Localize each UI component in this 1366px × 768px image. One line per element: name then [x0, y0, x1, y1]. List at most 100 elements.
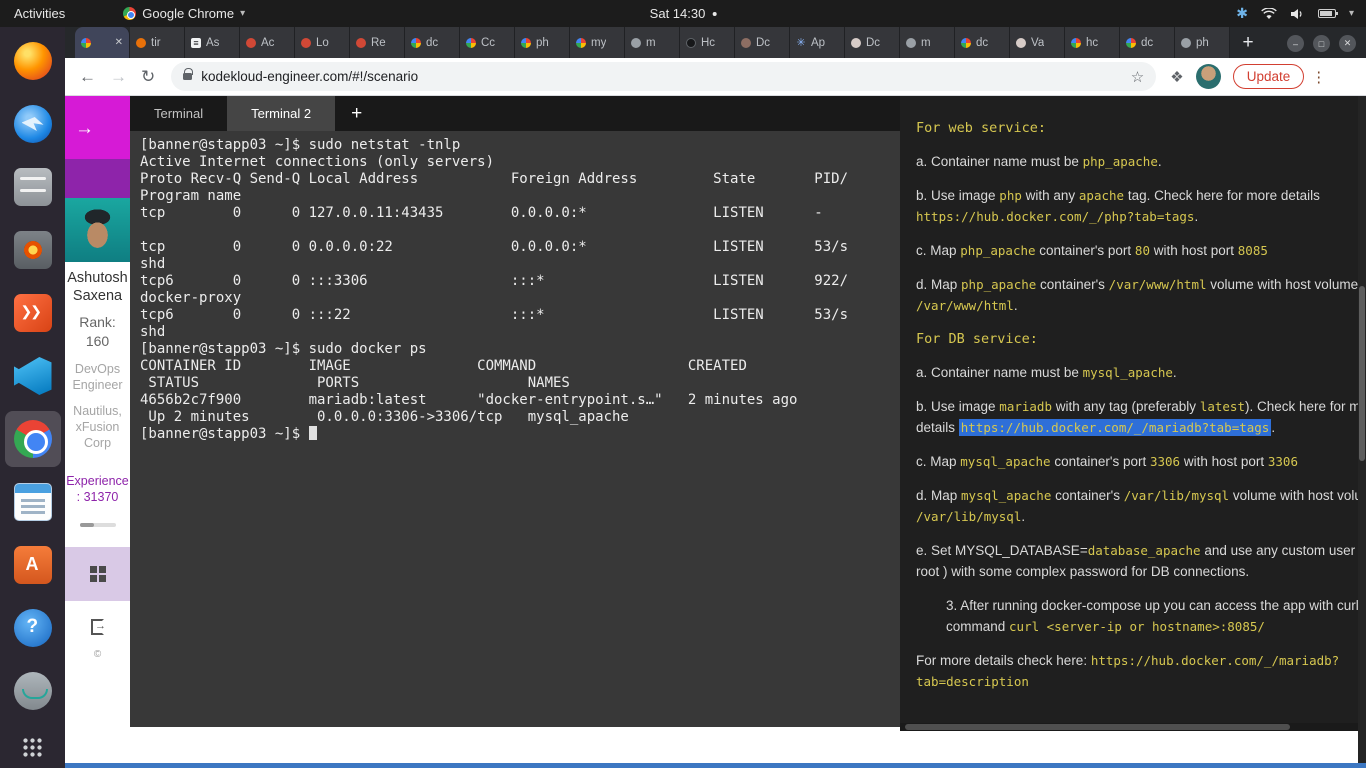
- browser-tab[interactable]: Re: [350, 27, 405, 58]
- section-heading: For DB service:: [916, 331, 1038, 348]
- update-button[interactable]: Update: [1232, 64, 1305, 89]
- browser-tab[interactable]: ph: [515, 27, 570, 58]
- thunderbird-icon: [13, 105, 52, 143]
- minimize-icon[interactable]: –: [1287, 35, 1304, 52]
- browser-tab[interactable]: Va: [1010, 27, 1065, 58]
- window-controls: – □ ✕: [1287, 35, 1356, 52]
- inline-code: 3306: [1267, 454, 1298, 470]
- gray-favicon-icon: [1181, 37, 1191, 48]
- browser-tab[interactable]: m: [900, 27, 955, 58]
- sign-out-button[interactable]: [65, 619, 130, 635]
- browser-tab[interactable]: Lo: [295, 27, 350, 58]
- profile-avatar[interactable]: [1195, 64, 1221, 89]
- wifi-icon: [1261, 7, 1277, 19]
- browser-tab[interactable]: ✳ Ap: [790, 27, 845, 58]
- dock-item-help[interactable]: [5, 600, 61, 656]
- settings-tray-icon[interactable]: ✱: [1236, 5, 1248, 22]
- instruction-paragraph: For web service:: [916, 118, 1358, 139]
- browser-tab[interactable]: Ac: [240, 27, 295, 58]
- instruction-link[interactable]: https://hub.docker.com/_/php?tab=tags: [916, 209, 1194, 224]
- gray-favicon-icon: [631, 37, 641, 48]
- instruction-text: volume with host volume: [1206, 276, 1358, 292]
- tan-favicon-icon: [1016, 37, 1026, 48]
- carousel-indicator[interactable]: [79, 523, 116, 527]
- chrome-icon: [123, 7, 137, 20]
- horizontal-scrollbar[interactable]: [900, 723, 1358, 731]
- maximize-icon[interactable]: □: [1313, 35, 1330, 52]
- vertical-scrollbar-thumb[interactable]: [1359, 286, 1365, 461]
- inline-code: php: [999, 187, 1022, 203]
- bookmark-star-icon[interactable]: ☆: [1131, 68, 1144, 86]
- extensions-icon[interactable]: ❖: [1170, 68, 1183, 86]
- tab-title: Ap: [811, 36, 826, 49]
- horizontal-scrollbar-thumb[interactable]: [905, 724, 1290, 730]
- browser-tab[interactable]: dc: [405, 27, 460, 58]
- show-applications-icon[interactable]: [22, 737, 43, 758]
- close-icon[interactable]: ✕: [1339, 35, 1356, 52]
- reload-icon[interactable]: ↻: [141, 67, 155, 87]
- dock-item-chrome[interactable]: [4, 411, 61, 467]
- tab-title: dc: [1141, 36, 1154, 49]
- browser-tab[interactable]: Cc: [460, 27, 515, 58]
- browser-tab[interactable]: dc: [1120, 27, 1175, 58]
- selected-link[interactable]: https://hub.docker.com/_/mariadb?tab=tag…: [958, 419, 1272, 437]
- dock-item-thunderbird[interactable]: [5, 96, 61, 152]
- orange-favicon-icon: [136, 37, 146, 48]
- chevron-down-icon: ▾: [1348, 8, 1354, 19]
- address-bar[interactable]: kodekloud-engineer.com/#!/scenario ☆: [171, 62, 1157, 91]
- vertical-scrollbar[interactable]: [1358, 96, 1366, 768]
- browser-tab[interactable]: ph: [1175, 27, 1230, 58]
- new-tab-button[interactable]: +: [1234, 29, 1262, 57]
- dashboard-button[interactable]: [65, 547, 130, 601]
- profile-photo: [65, 198, 130, 262]
- gray-favicon-icon: [906, 37, 916, 48]
- menu-kebab-icon[interactable]: ⋮: [1311, 68, 1326, 86]
- dock-item-impress[interactable]: [5, 285, 61, 341]
- terminal-tab-active[interactable]: Terminal 2: [227, 96, 336, 131]
- system-tray[interactable]: ✱ ▾: [1236, 5, 1354, 22]
- app-menu-label: Google Chrome: [142, 6, 235, 21]
- terminal-tabbar: Terminal Terminal 2 +: [130, 96, 900, 131]
- expand-arrow-icon[interactable]: →: [75, 118, 94, 140]
- inline-code: mysql_apache: [1082, 365, 1173, 381]
- back-icon[interactable]: ←: [79, 67, 96, 87]
- activities-button[interactable]: Activities: [14, 6, 65, 21]
- instruction-paragraph: 3. After running docker-compose up you c…: [946, 596, 1358, 638]
- dock-item-vscode[interactable]: [5, 348, 61, 404]
- browser-tab[interactable]: ≡ As: [185, 27, 240, 58]
- browser-tab[interactable]: hc: [1065, 27, 1120, 58]
- browser-tab[interactable]: tir: [130, 27, 185, 58]
- dock-item-amazon[interactable]: [5, 663, 61, 719]
- dock-item-files[interactable]: [5, 159, 61, 215]
- browser-tab[interactable]: my: [570, 27, 625, 58]
- browser-tab[interactable]: Dc: [735, 27, 790, 58]
- instruction-paragraph: a. Container name must be php_apache.: [916, 152, 1358, 173]
- tab-title: Dc: [756, 36, 771, 49]
- tab-title: Ac: [261, 36, 275, 49]
- browser-tab-active[interactable]: ✕: [75, 27, 130, 58]
- bottom-scrollbar-accent[interactable]: [65, 763, 1366, 768]
- terminal-output[interactable]: [banner@stapp03 ~]$ sudo netstat -tnlp A…: [140, 137, 900, 443]
- inline-code: php_apache: [960, 242, 1036, 258]
- app-menu[interactable]: Google Chrome ▾: [123, 6, 245, 21]
- instruction-text: container's: [1051, 488, 1124, 504]
- tab-title: ph: [1196, 36, 1209, 49]
- forward-icon[interactable]: →: [110, 67, 127, 87]
- dock-item-writer[interactable]: [5, 474, 61, 530]
- firefox-icon: [13, 42, 52, 80]
- browser-tab[interactable]: dc: [955, 27, 1010, 58]
- dock-item-software[interactable]: [5, 537, 61, 593]
- tab-close-icon[interactable]: ✕: [115, 37, 123, 48]
- profile-sidebar: → Ashutosh Saxena Rank: 160 DevOps Engin…: [65, 96, 130, 727]
- dock-item-rhythmbox[interactable]: [5, 222, 61, 278]
- instruction-text: with host port: [1149, 242, 1238, 258]
- terminal-tab[interactable]: Terminal: [130, 96, 227, 131]
- terminal-new-tab-button[interactable]: +: [335, 96, 378, 131]
- dock-item-firefox[interactable]: [5, 33, 61, 89]
- inline-code: /var/www/html: [916, 297, 1014, 313]
- browser-tab[interactable]: Dc: [845, 27, 900, 58]
- browser-tab[interactable]: Hc: [680, 27, 735, 58]
- inline-code: /var/lib/mysql: [916, 508, 1022, 524]
- clock[interactable]: Sat 14:30: [650, 6, 717, 21]
- browser-tab[interactable]: m: [625, 27, 680, 58]
